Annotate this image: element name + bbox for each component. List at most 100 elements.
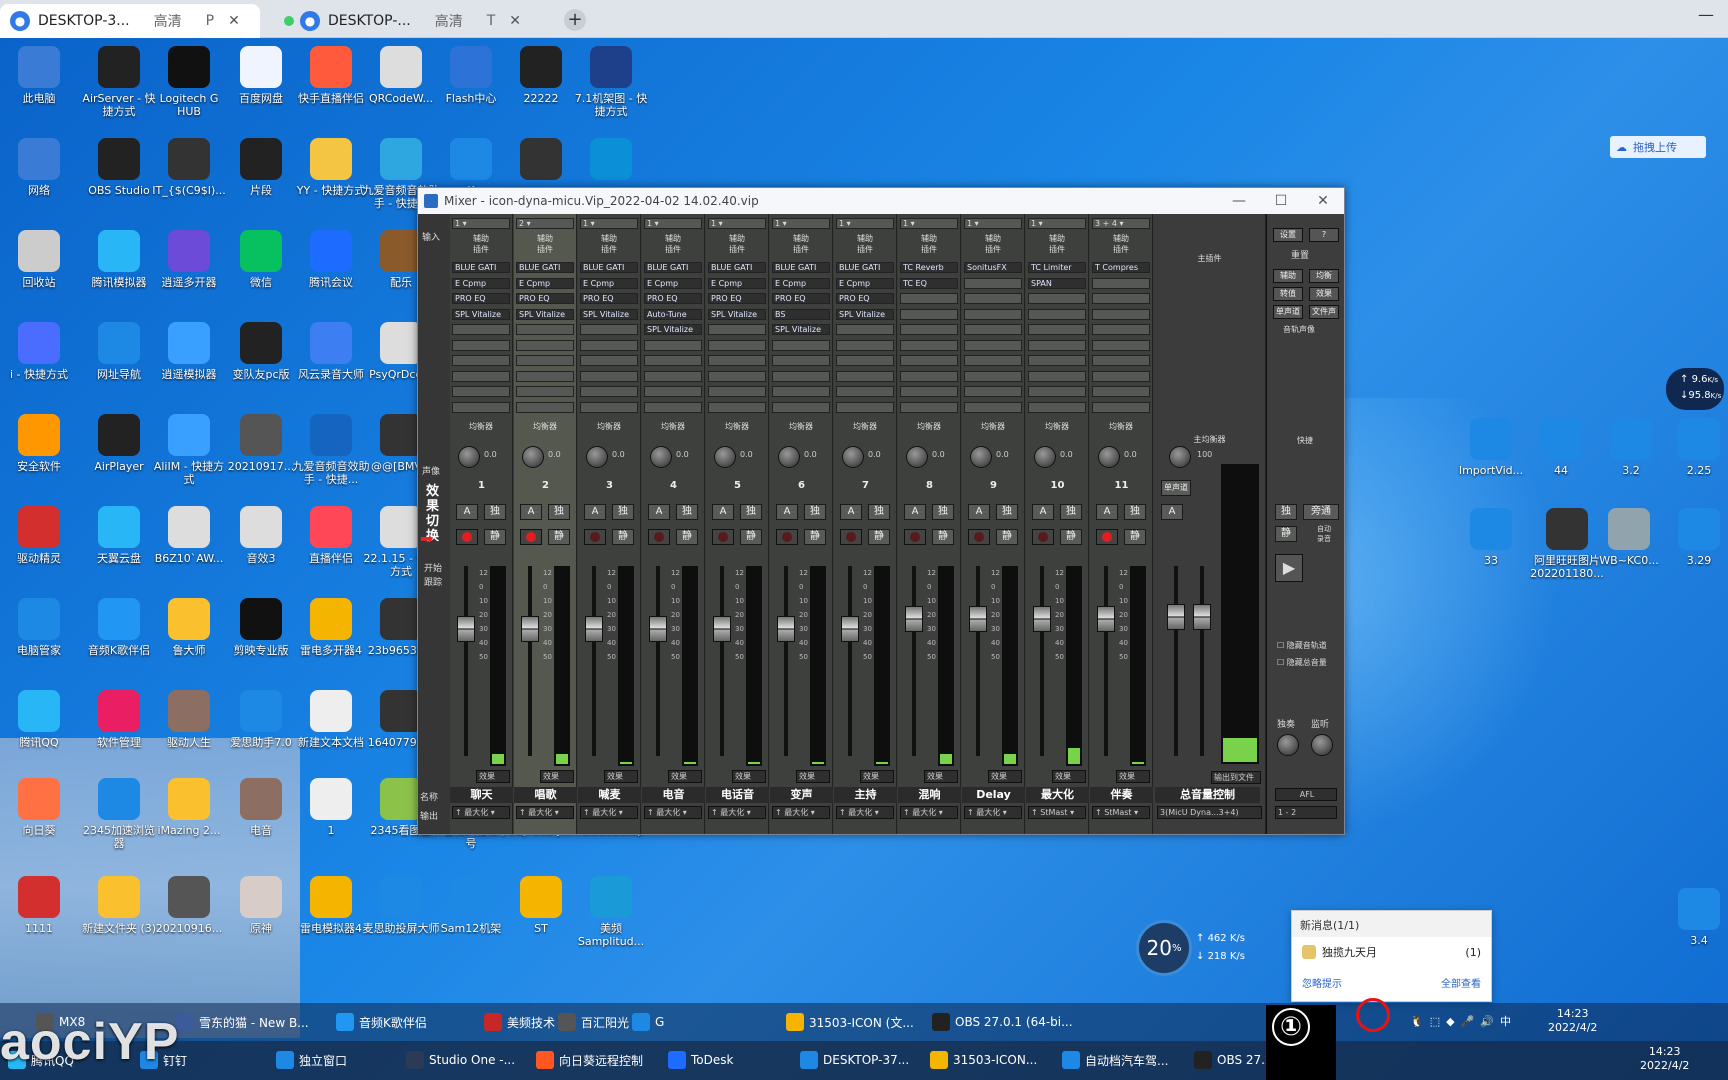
desktop-icon[interactable]: 爱思助手7.0 <box>222 690 300 749</box>
effects-button[interactable]: 效果 <box>604 770 638 783</box>
file-button[interactable]: 文件声 <box>1309 305 1339 319</box>
taskbar-item[interactable]: 音频K歌伴侣 <box>336 1013 427 1031</box>
insert-slot[interactable]: E Cpmp <box>836 277 894 289</box>
mixer-titlebar[interactable]: Mixer - icon-dyna-micu.Vip_2022-04-02 14… <box>418 188 1344 214</box>
aux-button[interactable]: 辅助 <box>1273 269 1303 283</box>
master-output-select[interactable]: 3(MicU Dyna...3+4) <box>1157 806 1262 819</box>
insert-slot[interactable]: SPL Vitalize <box>452 308 510 320</box>
insert-slot[interactable]: SPL Vitalize <box>644 324 702 335</box>
insert-slot[interactable]: Auto-Tune <box>644 308 702 320</box>
insert-slot[interactable] <box>452 324 510 335</box>
a-button[interactable]: A <box>520 504 542 520</box>
channel-strip-1[interactable]: 1 ▾ 辅助 插件 BLUE GATI E Cpmp PRO EQ SPL Vitalize… <box>450 214 513 834</box>
desktop-icon[interactable]: 片段 <box>222 138 300 197</box>
input-select[interactable]: 1 ▾ <box>1028 218 1086 229</box>
insert-slot[interactable] <box>516 401 574 413</box>
insert-slot[interactable] <box>452 401 510 413</box>
auto-record-label[interactable]: 自动录音 <box>1317 524 1337 544</box>
insert-slot[interactable]: BLUE GATI <box>836 262 894 273</box>
channel-fader[interactable] <box>521 616 539 643</box>
insert-slot[interactable] <box>964 370 1022 382</box>
insert-slot[interactable]: T Compres <box>1092 262 1150 273</box>
desktop-icon[interactable]: YY - 快捷方式 <box>292 138 370 197</box>
insert-slot[interactable] <box>772 386 830 397</box>
monitor-knob[interactable] <box>1311 734 1333 756</box>
desktop-icon[interactable]: 天翼云盘 <box>80 506 158 565</box>
pan-knob[interactable] <box>650 446 672 468</box>
desktop-icon[interactable]: 腾讯QQ <box>0 690 78 749</box>
insert-slot[interactable] <box>452 386 510 397</box>
insert-slot[interactable] <box>708 355 766 366</box>
desktop-icon[interactable]: 向日葵 <box>0 778 78 837</box>
pan-knob[interactable] <box>906 446 928 468</box>
insert-slot[interactable] <box>1028 370 1086 382</box>
input-select[interactable]: 1 ▾ <box>900 218 958 229</box>
taskbar-item[interactable]: 31503-ICON... <box>930 1051 1037 1069</box>
channel-fader[interactable] <box>841 616 859 643</box>
output-select[interactable]: ↑ 最大化 ▾ <box>516 806 574 819</box>
output-select[interactable]: ↑ StMast ▾ <box>1092 806 1150 819</box>
insert-slot[interactable] <box>1092 401 1150 413</box>
channel-name[interactable]: 混响 <box>898 787 961 803</box>
record-button[interactable] <box>520 529 542 545</box>
channel-fader[interactable] <box>457 616 475 643</box>
output-select[interactable]: ↑ 最大化 ▾ <box>836 806 894 819</box>
pan-knob[interactable] <box>458 446 480 468</box>
insert-slot[interactable] <box>772 339 830 351</box>
taskbar-item[interactable]: 雪东的猫 - New B... <box>176 1013 309 1031</box>
desktop-icon[interactable]: 此电脑 <box>0 46 78 105</box>
record-button[interactable] <box>1096 529 1118 545</box>
monitor-output-select[interactable]: 1 - 2 <box>1275 806 1337 819</box>
channel-strip-2[interactable]: 2 ▾ 辅助 插件 BLUE GATI E Cpmp PRO EQ SPL Vitalize… <box>514 214 577 834</box>
record-button[interactable] <box>776 529 798 545</box>
desktop-icon[interactable]: 3.4 <box>1660 888 1728 947</box>
output-select[interactable]: ↑ 最大化 ▾ <box>644 806 702 819</box>
insert-slot[interactable] <box>580 370 638 382</box>
insert-slot[interactable] <box>516 370 574 382</box>
effects-button[interactable]: 效果 <box>796 770 830 783</box>
insert-slot[interactable] <box>708 370 766 382</box>
insert-slot[interactable] <box>964 339 1022 351</box>
channel-strip-11[interactable]: 3 + 4 ▾ 辅助 插件 T Compres 均衡器 0.0 11 A 独静 12 0 10 20 30… <box>1090 214 1153 834</box>
insert-slot[interactable] <box>708 324 766 335</box>
solo-button[interactable]: 独 <box>612 504 634 520</box>
input-select[interactable]: 1 ▾ <box>708 218 766 229</box>
solo-button[interactable]: 独 <box>548 504 570 520</box>
insert-slot[interactable] <box>900 370 958 382</box>
tab-quality[interactable]: 高清 <box>435 11 463 31</box>
effects-button[interactable]: 效果 <box>1052 770 1086 783</box>
record-button[interactable] <box>840 529 862 545</box>
desktop-icon[interactable] <box>572 138 650 184</box>
pan-knob[interactable] <box>1098 446 1120 468</box>
desktop-icon[interactable]: 新建文本文档 <box>292 690 370 749</box>
desktop-icon[interactable]: 安全软件 <box>0 414 78 473</box>
channel-name[interactable]: 变声 <box>770 787 833 803</box>
taskbar-item[interactable]: OBS 27.0.1 (64-bi... <box>932 1013 1073 1031</box>
insert-slot[interactable]: SonitusFX <box>964 262 1022 273</box>
channel-strip-5[interactable]: 1 ▾ 辅助 插件 BLUE GATI E Cpmp PRO EQ SPL Vitalize… <box>706 214 769 834</box>
insert-slot[interactable] <box>1028 401 1086 413</box>
insert-slot[interactable] <box>836 355 894 366</box>
pan-knob[interactable] <box>586 446 608 468</box>
insert-slot[interactable]: TC EQ <box>900 277 958 289</box>
desktop-icon[interactable]: 2.25 <box>1660 418 1728 477</box>
effects-button[interactable]: 效果 <box>860 770 894 783</box>
taskbar-item[interactable]: ToDesk <box>668 1051 733 1069</box>
insert-slot[interactable] <box>1092 293 1150 304</box>
desktop-icon[interactable]: ImportVid... <box>1452 418 1530 477</box>
insert-slot[interactable]: E Cpmp <box>708 277 766 289</box>
taskbar-item[interactable]: G <box>632 1013 664 1031</box>
minimize-icon[interactable]: — <box>1684 0 1728 38</box>
mixer-window[interactable]: Mixer - icon-dyna-micu.Vip_2022-04-02 14… <box>417 187 1345 835</box>
mic-tray-icon[interactable]: 🎤 <box>1461 1015 1475 1028</box>
play-icon[interactable]: ▶ <box>1275 554 1303 582</box>
insert-slot[interactable] <box>580 324 638 335</box>
pan-knob[interactable] <box>842 446 864 468</box>
insert-slot[interactable]: SPL Vitalize <box>580 308 638 320</box>
master-fader-left[interactable] <box>1167 604 1185 630</box>
desktop-icon[interactable]: 美频Samplitud... <box>572 876 650 948</box>
insert-slot[interactable] <box>836 401 894 413</box>
insert-slot[interactable] <box>1092 370 1150 382</box>
insert-slot[interactable] <box>964 277 1022 289</box>
insert-slot[interactable] <box>516 386 574 397</box>
